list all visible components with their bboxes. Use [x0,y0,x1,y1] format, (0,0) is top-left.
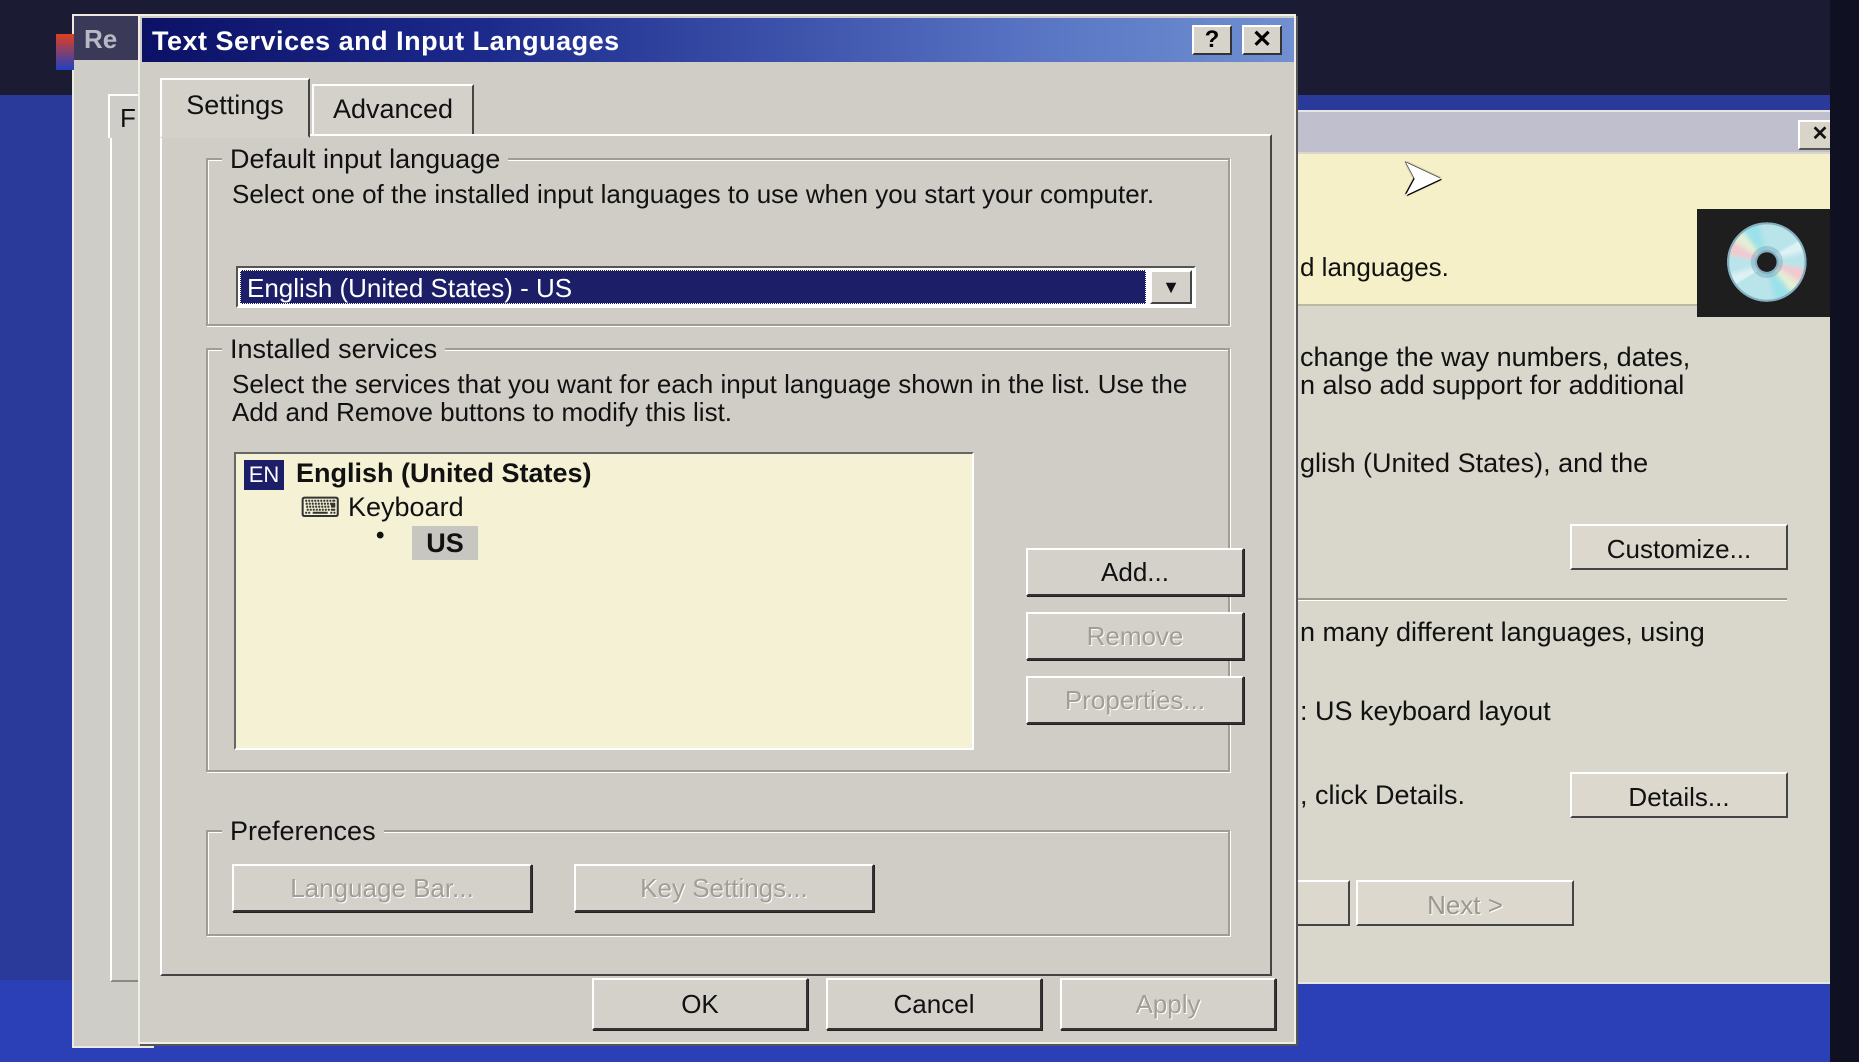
tree-item-keyboard[interactable]: Keyboard [348,492,464,523]
cd-icon: 💿 [1697,209,1837,317]
installed-services-description: Select the services that you want for ea… [232,369,1188,427]
add-button[interactable]: Add... [1026,548,1244,596]
tab-advanced[interactable]: Advanced [312,84,474,136]
keyboard-icon: ⌨ [300,492,341,523]
back-button-partial[interactable] [1292,880,1350,926]
screen-bezel [1830,0,1859,1062]
close-icon: ✕ [1251,26,1273,53]
tree-item-layout-us[interactable]: US [412,526,478,560]
background-banner: d languages. 💿 [1292,154,1852,317]
background-banner-text: d languages. [1300,252,1449,282]
tab-settings[interactable]: Settings [160,78,310,138]
background-setup-window: ✕ d languages. 💿 change the way numbers,… [1290,110,1854,984]
help-button[interactable]: ? [1192,25,1232,55]
installed-services-label: Installed services [222,334,446,365]
properties-button[interactable]: Properties... [1026,676,1244,724]
windows-logo-icon [56,34,74,70]
default-input-language-dropdown[interactable]: English (United States) - US ▼ [236,266,1196,308]
dialog-titlebar[interactable]: Text Services and Input Languages ? ✕ [142,18,1294,62]
background-text-line: : US keyboard layout [1300,696,1551,726]
default-input-language-label: Default input language [222,144,509,175]
default-input-language-description: Select one of the installed input langua… [232,179,1155,209]
background-separator [1292,598,1787,601]
default-input-language-value: English (United States) - US [240,270,1146,304]
dialog-title: Text Services and Input Languages [152,26,620,56]
ok-button[interactable]: OK [592,978,808,1030]
language-tag-badge: EN [244,460,284,490]
installed-services-group: Installed services Select the services t… [206,334,1244,772]
language-bar-button[interactable]: Language Bar... [232,864,532,912]
key-settings-button[interactable]: Key Settings... [574,864,874,912]
chevron-down-icon[interactable]: ▼ [1150,270,1192,304]
close-button[interactable]: ✕ [1242,25,1282,55]
background-titlebar: ✕ [1292,112,1852,152]
remove-button[interactable]: Remove [1026,612,1244,660]
bullet-icon: • [376,522,385,549]
preferences-group: Preferences Language Bar... Key Settings… [206,816,1230,936]
preferences-label: Preferences [222,816,384,847]
default-input-language-group: Default input language Select one of the… [206,144,1230,326]
details-button[interactable]: Details... [1570,772,1788,818]
customize-button[interactable]: Customize... [1570,524,1788,570]
background-text-line: n many different languages, using [1300,617,1705,647]
regional-options-title: Re [84,24,118,54]
background-text-line: , click Details. [1300,780,1466,810]
settings-panel: Default input language Select one of the… [160,134,1272,976]
background-text-line: n also add support for additional [1300,370,1685,400]
text-services-dialog: Text Services and Input Languages ? ✕ Se… [138,14,1296,1044]
background-text-line: glish (United States), and the [1300,448,1649,478]
cancel-button[interactable]: Cancel [826,978,1042,1030]
next-button[interactable]: Next > [1356,880,1574,926]
mouse-pointer-icon: ➤ [1400,149,1444,207]
background-text-line: change the way numbers, dates, [1300,342,1691,372]
installed-services-tree[interactable]: EN English (United States) ⌨ Keyboard • … [234,452,974,750]
tree-item-language[interactable]: English (United States) [296,458,592,489]
help-icon: ? [1204,26,1220,53]
apply-button[interactable]: Apply [1060,978,1276,1030]
